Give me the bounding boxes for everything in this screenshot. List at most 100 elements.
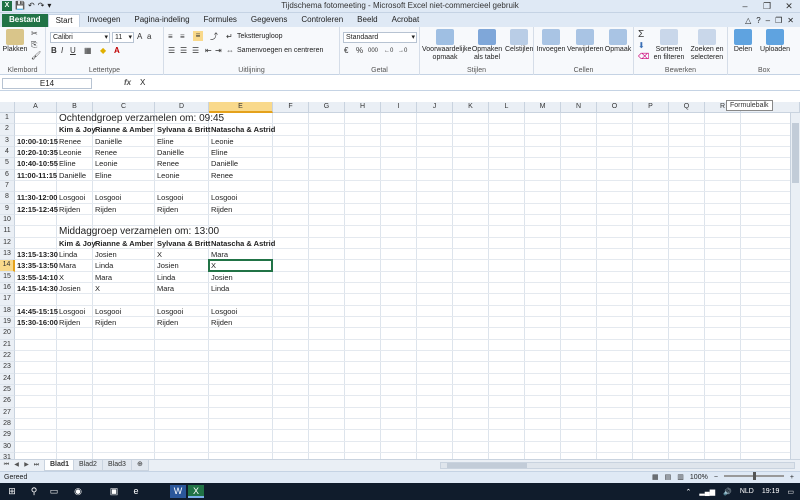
cell-a4[interactable]: 10:20-10:35	[15, 147, 58, 158]
row-header[interactable]: 19	[0, 316, 15, 329]
cell-c15[interactable]: Mara	[93, 272, 112, 283]
decrease-indent-icon[interactable]: ⇤	[205, 46, 212, 56]
format-as-table-button[interactable]: Opmaken als tabel	[470, 29, 504, 62]
cell-c5[interactable]: Leonie	[93, 158, 118, 169]
merge-center-icon[interactable]: ⇔	[226, 46, 234, 56]
cell-c12[interactable]: Rianne & Amber	[93, 238, 153, 249]
close-button[interactable]: ✕	[778, 0, 800, 12]
delete-cells-button[interactable]: Verwijderen	[567, 29, 604, 54]
cell-a18[interactable]: 14:45-15:15	[15, 306, 58, 317]
collapse-ribbon-icon[interactable]: △	[745, 14, 751, 27]
cell-b2[interactable]: Kim & Joy	[57, 124, 96, 135]
chrome-icon[interactable]: ◉	[70, 485, 86, 498]
align-right-icon[interactable]: ☰	[192, 46, 199, 56]
tab-pagina-indeling[interactable]: Pagina-indeling	[127, 14, 196, 27]
column-header-g[interactable]: G	[309, 102, 345, 113]
cell-c19[interactable]: Rijden	[93, 317, 116, 328]
row-header[interactable]: 30	[0, 441, 15, 453]
name-box[interactable]: E14	[2, 78, 92, 89]
row-header[interactable]: 22	[0, 350, 15, 363]
excel-icon[interactable]: X	[188, 485, 204, 498]
cut-icon[interactable]: ✂	[31, 29, 38, 39]
cell-b11[interactable]: Middaggroep verzamelen om: 13:00	[57, 226, 219, 237]
tab-acrobat[interactable]: Acrobat	[385, 14, 427, 27]
align-left-icon[interactable]: ☰	[168, 46, 175, 56]
cell-c9[interactable]: Rijden	[93, 204, 116, 215]
borders-icon[interactable]: ▦	[84, 46, 92, 56]
cell-a13[interactable]: 13:15-13:30	[15, 249, 58, 260]
cell-e19[interactable]: Rijden	[209, 317, 232, 328]
vertical-scrollbar[interactable]	[790, 113, 800, 459]
row-header[interactable]: 16	[0, 282, 15, 295]
row-header[interactable]: 24	[0, 373, 15, 385]
cell-c3[interactable]: Daniëlle	[93, 136, 122, 147]
row-header[interactable]: 4	[0, 146, 15, 159]
cell-d16[interactable]: Mara	[155, 283, 174, 294]
row-header[interactable]: 2	[0, 124, 15, 136]
cell-e16[interactable]: Linda	[209, 283, 229, 294]
start-icon[interactable]: ⊞	[4, 485, 20, 498]
cell-c4[interactable]: Renee	[93, 147, 117, 158]
cell-a6[interactable]: 11:00-11:15	[15, 170, 57, 181]
zoom-out-icon[interactable]: −	[714, 472, 718, 483]
cell-a3[interactable]: 10:00-10:15	[15, 136, 58, 147]
grow-font-icon[interactable]: A	[137, 32, 142, 42]
cell-b9[interactable]: Rijden	[57, 204, 80, 215]
first-sheet-icon[interactable]: ⏮	[2, 461, 11, 470]
tab-file[interactable]: Bestand	[2, 14, 48, 27]
cell-c2[interactable]: Rianne & Amber	[93, 124, 153, 135]
column-header-j[interactable]: J	[417, 102, 453, 113]
cell-d8[interactable]: Losgooi	[155, 192, 183, 203]
clear-icon[interactable]: ⌫	[638, 52, 649, 62]
last-sheet-icon[interactable]: ⏭	[32, 461, 41, 470]
notification-icon[interactable]: ▭	[787, 488, 794, 496]
row-header[interactable]: 5	[0, 158, 15, 170]
copy-icon[interactable]: ⎘	[31, 40, 37, 50]
cell-d18[interactable]: Losgooi	[155, 306, 183, 317]
bold-button[interactable]: B	[51, 46, 57, 56]
sheet-tab-blad2[interactable]: Blad2	[73, 460, 103, 471]
tab-controleren[interactable]: Controleren	[294, 14, 350, 27]
cell-e3[interactable]: Leonie	[209, 136, 234, 147]
cell-a9[interactable]: 12:15-12:45	[15, 204, 58, 215]
shrink-font-icon[interactable]: a	[147, 32, 151, 42]
network-icon[interactable]: ▂▄▆	[699, 488, 715, 496]
cell-b12[interactable]: Kim & Joy	[57, 238, 96, 249]
cell-b14[interactable]: Mara	[57, 260, 76, 271]
cell-b1[interactable]: Ochtendgroep verzamelen om: 09:45	[57, 113, 224, 124]
column-header-d[interactable]: D	[155, 102, 209, 113]
cell-b19[interactable]: Rijden	[57, 317, 80, 328]
italic-button[interactable]: I	[61, 46, 63, 56]
number-format-select[interactable]: Standaard	[343, 32, 417, 43]
cell-b15[interactable]: X	[57, 272, 64, 283]
cell-d4[interactable]: Daniëlle	[155, 147, 184, 158]
column-header-b[interactable]: B	[57, 102, 93, 113]
font-size-select[interactable]: 11	[112, 32, 134, 43]
font-name-select[interactable]: Calibri	[50, 32, 110, 43]
cell-d19[interactable]: Rijden	[155, 317, 178, 328]
insert-function-button[interactable]: fx	[124, 78, 131, 87]
cell-e8[interactable]: Losgooi	[209, 192, 237, 203]
cell-a19[interactable]: 15:30-16:00	[15, 317, 58, 328]
scroll-thumb[interactable]	[447, 463, 527, 468]
decrease-decimal-icon[interactable]: →0	[398, 46, 407, 56]
sheet-tab-blad1[interactable]: Blad1	[44, 460, 76, 471]
cell-styles-button[interactable]: Celstijlen	[505, 29, 533, 54]
cell-b5[interactable]: Eline	[57, 158, 76, 169]
page-break-view-icon[interactable]: ▥	[677, 472, 684, 483]
tab-invoegen[interactable]: Invoegen	[80, 14, 127, 27]
select-all-corner[interactable]	[0, 102, 15, 113]
search-icon[interactable]: ⚲	[26, 485, 42, 498]
column-header-m[interactable]: M	[525, 102, 561, 113]
row-header[interactable]: 1	[0, 113, 15, 125]
cell-d12[interactable]: Sylvana & Britt	[155, 238, 210, 249]
cell-c16[interactable]: X	[93, 283, 100, 294]
cell-b6[interactable]: Daniëlle	[57, 170, 86, 181]
cell-b16[interactable]: Josien	[57, 283, 81, 294]
task-view-icon[interactable]: ▭	[46, 485, 62, 498]
word-icon[interactable]: W	[170, 485, 186, 498]
row-header[interactable]: 20	[0, 328, 15, 340]
row-header[interactable]: 23	[0, 362, 15, 374]
upload-button[interactable]: Uploaden	[758, 29, 792, 54]
files-icon[interactable]: ▣	[106, 485, 122, 498]
